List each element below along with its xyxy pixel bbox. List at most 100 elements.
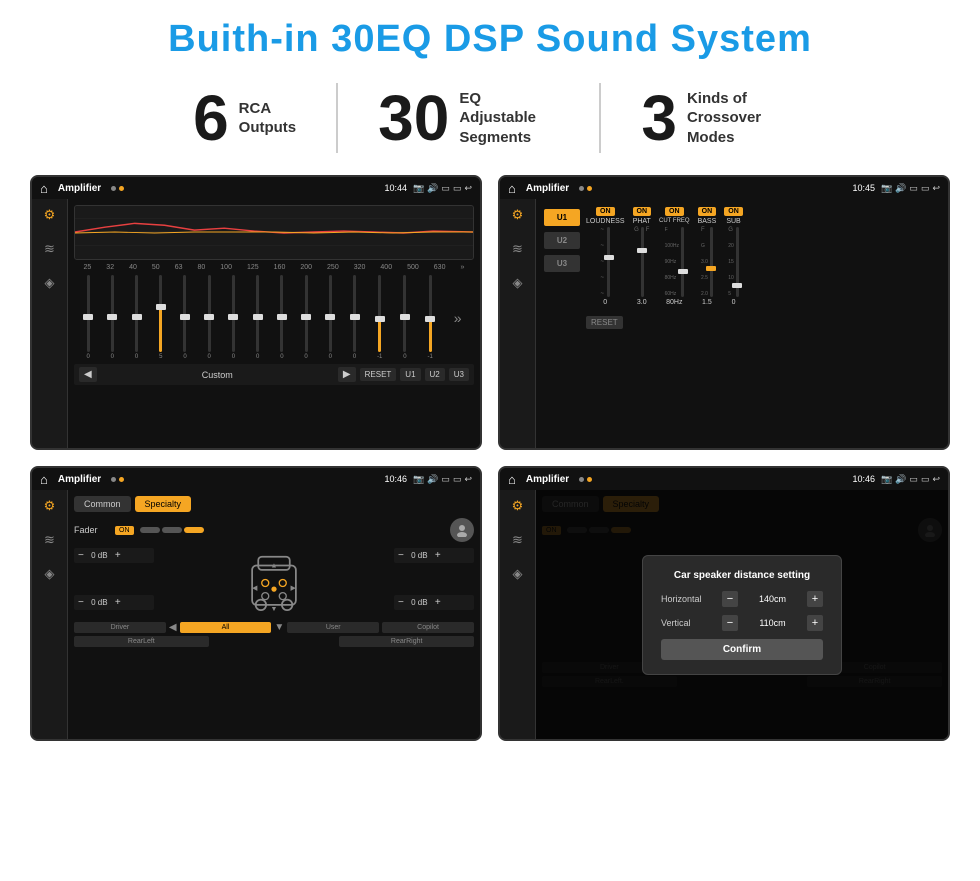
fl-plus[interactable]: + — [115, 550, 121, 561]
fa-eq-icon[interactable]: ⚙ — [44, 498, 56, 514]
dialog-sidebar: ⚙ ≋ ◈ — [500, 490, 536, 739]
freq-63: 63 — [175, 264, 183, 271]
phat-label: PHAT — [633, 218, 651, 225]
fa-speaker-icon[interactable]: ◈ — [45, 566, 55, 582]
freq-32: 32 — [106, 264, 114, 271]
stat-rca: 6 RCA Outputs — [153, 86, 336, 150]
da-eq-icon[interactable]: ⚙ — [512, 498, 524, 514]
eq-sidebar-wave-icon[interactable]: ≋ — [44, 241, 55, 257]
eq-u1-btn[interactable]: U1 — [400, 368, 420, 381]
preset-u1[interactable]: U1 — [544, 209, 580, 226]
d-back-icon[interactable]: ↩ — [932, 474, 940, 485]
eq-u2-btn[interactable]: U2 — [425, 368, 445, 381]
fader-slider-1[interactable] — [140, 527, 160, 533]
f-dot-2 — [119, 477, 124, 482]
rca-number: 6 — [193, 86, 229, 150]
vertical-label: Vertical — [661, 618, 716, 628]
d-battery-icon: ▭ — [921, 474, 930, 485]
crossover-status-dots — [579, 186, 592, 191]
fr-db-value: 0 dB — [407, 551, 432, 560]
rl-plus[interactable]: + — [115, 597, 121, 608]
dialog-home-icon[interactable]: ⌂ — [508, 472, 516, 487]
crossover-cols: ON LOUDNESS ~~~~~ — [582, 205, 942, 442]
crossover-reset-btn[interactable]: RESET — [586, 316, 623, 329]
svg-text:▶: ▶ — [291, 585, 297, 592]
all-btn active[interactable]: All — [180, 622, 272, 633]
fa-wave-icon[interactable]: ≋ — [44, 532, 55, 548]
fl-minus[interactable]: − — [78, 550, 84, 561]
speaker-left: − 0 dB + − 0 dB + — [74, 548, 154, 618]
eq-sidebar: ⚙ ≋ ◈ — [32, 199, 68, 448]
confirm-button[interactable]: Confirm — [661, 639, 823, 660]
fr-plus[interactable]: + — [435, 550, 441, 561]
freq-125: 125 — [247, 264, 259, 271]
bass-on: ON — [698, 207, 717, 216]
driver-btn[interactable]: Driver — [74, 622, 166, 633]
eq-play-button[interactable]: ▶ — [338, 367, 356, 382]
freq-40: 40 — [129, 264, 137, 271]
eq-sidebar-speaker-icon[interactable]: ◈ — [45, 275, 55, 291]
eq-reset-btn[interactable]: RESET — [360, 368, 397, 381]
horizontal-plus[interactable]: + — [807, 591, 823, 607]
speaker-layout: − 0 dB + − 0 dB + — [74, 548, 474, 618]
vertical-minus[interactable]: − — [722, 615, 738, 631]
dialog-status-bar: ⌂ Amplifier 10:46 📷 🔊 ▭ ▭ ↩ — [500, 468, 948, 490]
crossover-time: 10:45 — [852, 183, 875, 193]
fader-slider-2[interactable] — [162, 527, 182, 533]
rr-db-value: 0 dB — [407, 598, 432, 607]
phat-col: ON PHAT G — [633, 207, 652, 306]
fl-db-control: − 0 dB + — [74, 548, 154, 563]
rear-right-btn[interactable]: RearRight — [339, 636, 474, 647]
cutfreq-col: ON CUT FREQ F 100Hz 90Hz 80Hz — [659, 207, 690, 306]
eq-main: 25 32 40 50 63 80 100 125 160 200 250 32… — [68, 199, 480, 448]
eq-u3-btn[interactable]: U3 — [449, 368, 469, 381]
fader-control-row: Fader ON — [74, 518, 474, 542]
fader-common-tab[interactable]: Common — [74, 496, 131, 512]
c-wave-icon[interactable]: ≋ — [512, 241, 523, 257]
c-speaker-icon[interactable]: ◈ — [513, 275, 523, 291]
da-speaker-icon[interactable]: ◈ — [513, 566, 523, 582]
rr-minus[interactable]: − — [398, 597, 404, 608]
more-sliders-arrow[interactable]: » — [454, 310, 462, 326]
eq-screen-content: ⚙ ≋ ◈ — [32, 199, 480, 448]
fader-slider-3[interactable] — [184, 527, 204, 533]
home-icon[interactable]: ⌂ — [40, 181, 48, 196]
fr-db-control: − 0 dB + — [394, 548, 474, 563]
bass-col: ON BASS FG 3.02.52.0 — [698, 207, 717, 306]
fader-home-icon[interactable]: ⌂ — [40, 472, 48, 487]
copilot-btn[interactable]: Copilot — [382, 622, 474, 633]
slider-10: 0 — [304, 275, 307, 360]
slider-7: 0 — [232, 275, 235, 360]
dialog-overlay: Car speaker distance setting Horizontal … — [536, 490, 948, 739]
dialog-screen: ⌂ Amplifier 10:46 📷 🔊 ▭ ▭ ↩ — [498, 466, 950, 741]
fr-minus[interactable]: − — [398, 550, 404, 561]
fader-specialty-tab[interactable]: Specialty — [135, 496, 192, 512]
vertical-plus[interactable]: + — [807, 615, 823, 631]
rl-minus[interactable]: − — [78, 597, 84, 608]
fader-status-dots — [111, 477, 124, 482]
preset-u2[interactable]: U2 — [544, 232, 580, 249]
back-icon[interactable]: ↩ — [464, 183, 472, 194]
f-back-icon[interactable]: ↩ — [464, 474, 472, 485]
crossover-home-icon[interactable]: ⌂ — [508, 181, 516, 196]
eq-prev-button[interactable]: ◀ — [79, 367, 97, 382]
fader-tabs: Common Specialty — [74, 496, 474, 512]
c-back-icon[interactable]: ↩ — [932, 183, 940, 194]
da-wave-icon[interactable]: ≋ — [512, 532, 523, 548]
camera-icon: 📷 — [413, 183, 424, 194]
c-rect-icon: ▭ — [909, 183, 918, 194]
preset-u3[interactable]: U3 — [544, 255, 580, 272]
dialog-main: Common Specialty ON — [536, 490, 948, 739]
horizontal-minus[interactable]: − — [722, 591, 738, 607]
eq-preset-name: Custom — [101, 370, 334, 380]
rr-plus[interactable]: + — [435, 597, 441, 608]
c-eq-icon[interactable]: ⚙ — [512, 207, 524, 223]
freq-80: 80 — [197, 264, 205, 271]
speaker-right: − 0 dB + − 0 dB + — [394, 548, 474, 618]
eq-sidebar-eq-icon[interactable]: ⚙ — [44, 207, 56, 223]
user-btn[interactable]: User — [287, 622, 379, 633]
sub-val: 0 — [732, 299, 736, 306]
dialog-screen-content: ⚙ ≋ ◈ Common Specialty ON — [500, 490, 948, 739]
rear-left-btn[interactable]: RearLeft — [74, 636, 209, 647]
cutfreq-label: CUT FREQ — [659, 218, 690, 224]
